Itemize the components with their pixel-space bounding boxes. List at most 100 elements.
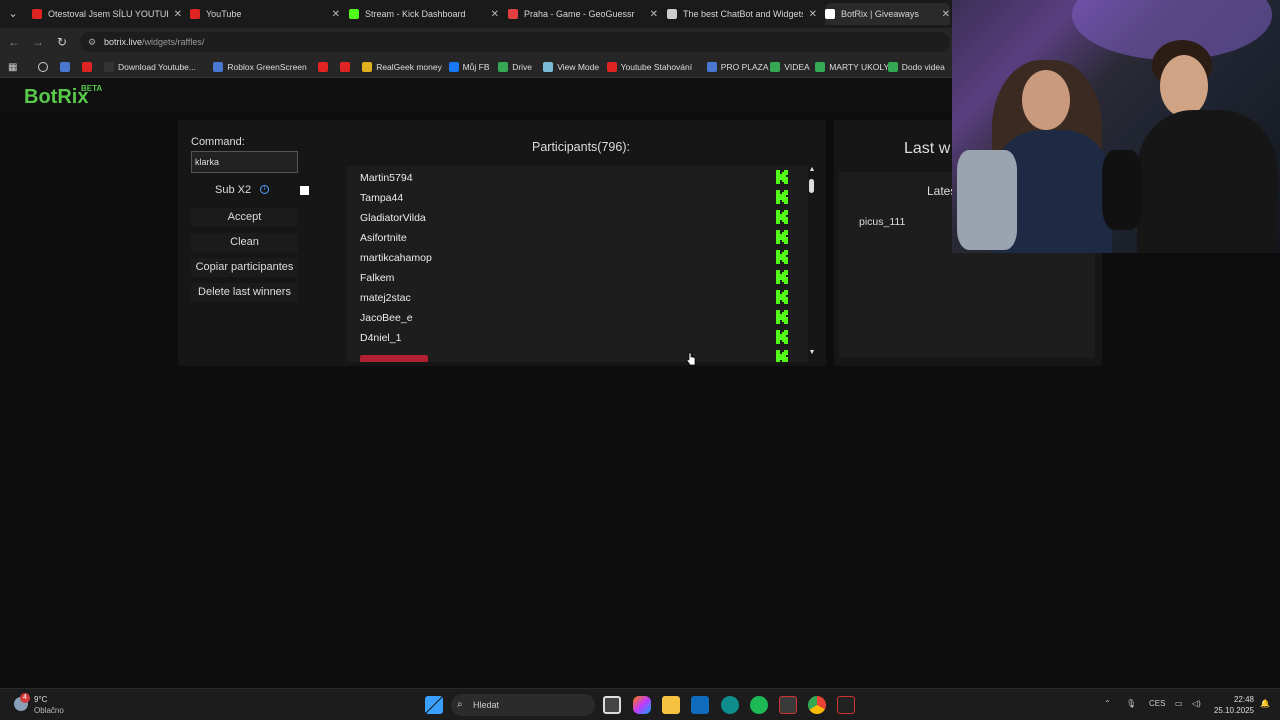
participants-list[interactable]: Martin5794 Tampa44 GladiatorVilda Asifortni…: [346, 166, 808, 362]
scroll-up-arrow-icon[interactable]: ▲: [807, 166, 817, 176]
volume-icon[interactable]: ◁): [1192, 699, 1201, 708]
network-icon[interactable]: ▭: [1175, 699, 1183, 708]
participant-row-partial[interactable]: [360, 348, 800, 362]
scroll-down-arrow-icon[interactable]: ▼: [807, 349, 817, 359]
tray-chevron-icon[interactable]: ⌃: [1104, 699, 1111, 708]
info-icon[interactable]: i: [260, 185, 269, 194]
copilot-icon[interactable]: [633, 696, 651, 714]
forward-icon[interactable]: →: [30, 34, 46, 50]
outlook-icon[interactable]: [691, 696, 709, 714]
language-indicator[interactable]: CES: [1149, 699, 1165, 708]
weather-condition: Oblačno: [34, 706, 64, 715]
bookmark-favicon-icon: [606, 62, 617, 72]
taskbar-search[interactable]: ⌕ Hledat: [451, 694, 595, 716]
participant-name: Martin5794: [360, 172, 413, 184]
beta-badge: BETA: [81, 84, 103, 93]
participant-row[interactable]: Tampa44: [360, 188, 800, 208]
url-input[interactable]: ⚙ botrix.live/widgets/raffles/: [80, 32, 950, 52]
file-explorer-icon[interactable]: [662, 696, 680, 714]
botrix-logo[interactable]: BotRix BETA: [24, 84, 102, 109]
microphone-icon[interactable]: 🎙: [1126, 699, 1136, 708]
clock[interactable]: 22:48 25.10.2025: [1208, 694, 1254, 716]
chrome-icon[interactable]: [808, 696, 826, 714]
command-label: Command:: [191, 136, 245, 148]
bookmark-item[interactable]: Drive: [498, 60, 532, 74]
close-tab-icon[interactable]: ✕: [332, 9, 340, 20]
epic-games-icon[interactable]: [837, 696, 855, 714]
participant-row[interactable]: D4niel_1: [360, 328, 800, 348]
tab-title: Praha - Game - GeoGuessr: [524, 9, 635, 19]
bookmark-label: Roblox GreenScreen: [227, 62, 307, 72]
sub-x2-checkbox[interactable]: [300, 186, 309, 195]
copy-participants-button[interactable]: Copiar participantes: [191, 258, 298, 277]
capcut-icon[interactable]: [779, 696, 797, 714]
bookmark-item[interactable]: PRO PLAZA: [706, 60, 769, 74]
participant-row[interactable]: matej2stac: [360, 288, 800, 308]
kick-logo-icon: [776, 290, 788, 304]
browser-tab[interactable]: Stream - Kick Dashboard ✕: [349, 3, 499, 25]
close-tab-icon[interactable]: ✕: [650, 9, 658, 20]
edge-icon[interactable]: [721, 696, 739, 714]
command-input[interactable]: [191, 151, 298, 173]
bookmark-label: PRO PLAZA: [720, 62, 769, 72]
participant-row[interactable]: martikcahamop: [360, 248, 800, 268]
close-tab-icon[interactable]: ✕: [491, 9, 499, 20]
tab-search-menu-icon[interactable]: ⌄: [4, 5, 22, 23]
participant-name: Asifortnite: [360, 232, 407, 244]
bookmark-favicon-icon: [362, 62, 373, 72]
globe-icon[interactable]: [38, 60, 48, 74]
delete-last-winners-button[interactable]: Delete last winners: [191, 283, 298, 302]
scrollbar-thumb[interactable]: [809, 179, 814, 193]
bookmark-item[interactable]: [340, 60, 354, 74]
kick-logo-icon: [776, 330, 788, 344]
bookmark-favicon-icon: [498, 62, 509, 72]
participant-row[interactable]: Martin5794: [360, 168, 800, 188]
windows-start-icon[interactable]: [425, 696, 443, 714]
bookmark-item[interactable]: [60, 60, 74, 74]
bookmark-item[interactable]: Můj FB: [448, 60, 490, 74]
participant-row[interactable]: GladiatorVilda: [360, 208, 800, 228]
accept-button[interactable]: Accept: [191, 208, 298, 227]
bookmark-item[interactable]: Dodo videa: [887, 60, 945, 74]
site-info-icon[interactable]: ⚙: [88, 32, 96, 52]
close-tab-icon[interactable]: ✕: [174, 9, 182, 20]
notifications-bell-icon[interactable]: 🔔: [1260, 699, 1270, 708]
browser-tab[interactable]: BotRix | Giveaways ✕: [825, 3, 950, 25]
tab-favicon-icon: [667, 9, 677, 19]
close-tab-icon[interactable]: ✕: [942, 9, 950, 20]
apps-grid-icon[interactable]: ▦: [8, 60, 17, 74]
weather-widget[interactable]: 4 9°C Oblačno: [12, 693, 72, 717]
bookmark-item[interactable]: [318, 60, 332, 74]
participant-row[interactable]: Falkem: [360, 268, 800, 288]
reload-icon[interactable]: ↻: [54, 34, 70, 50]
browser-tab[interactable]: YouTube ✕: [190, 3, 340, 25]
bookmark-label: MARTY UKOLY: [829, 62, 890, 72]
participant-row[interactable]: Asifortnite: [360, 228, 800, 248]
participant-name: D4niel_1: [360, 332, 402, 344]
bookmark-item[interactable]: Download Youtube...: [104, 60, 196, 74]
browser-tab[interactable]: Otestoval Jsem SÍLU YOUTUBE ✕: [32, 3, 182, 25]
bookmark-favicon-icon: [340, 62, 351, 72]
browser-tab[interactable]: The best ChatBot and Widgets ✕: [667, 3, 817, 25]
bookmark-item[interactable]: MARTY UKOLY: [815, 60, 889, 74]
participant-row[interactable]: JacoBee_e: [360, 308, 800, 328]
bookmark-item[interactable]: RealGeek money: [362, 60, 442, 74]
browser-tab[interactable]: Praha - Game - GeoGuessr ✕: [508, 3, 658, 25]
bookmark-item[interactable]: View Mode: [543, 60, 599, 74]
tab-favicon-icon: [825, 9, 835, 19]
bookmark-item[interactable]: VIDEA: [770, 60, 810, 74]
back-icon[interactable]: ←: [6, 34, 22, 50]
task-view-icon[interactable]: [603, 696, 621, 714]
bookmark-item[interactable]: Roblox GreenScreen: [213, 60, 307, 74]
participant-name: martikcahamop: [360, 252, 432, 264]
bookmark-favicon-icon: [706, 62, 717, 72]
tab-title: BotRix | Giveaways: [841, 9, 919, 19]
clean-button[interactable]: Clean: [191, 233, 298, 252]
tab-title: Otestoval Jsem SÍLU YOUTUBE: [48, 9, 168, 19]
bookmark-item[interactable]: [82, 60, 96, 74]
spotify-icon[interactable]: [750, 696, 768, 714]
bookmark-favicon-icon: [815, 62, 826, 72]
close-tab-icon[interactable]: ✕: [809, 9, 817, 20]
bookmark-item[interactable]: Youtube Stahování: [606, 60, 692, 74]
tab-favicon-icon: [349, 9, 359, 19]
